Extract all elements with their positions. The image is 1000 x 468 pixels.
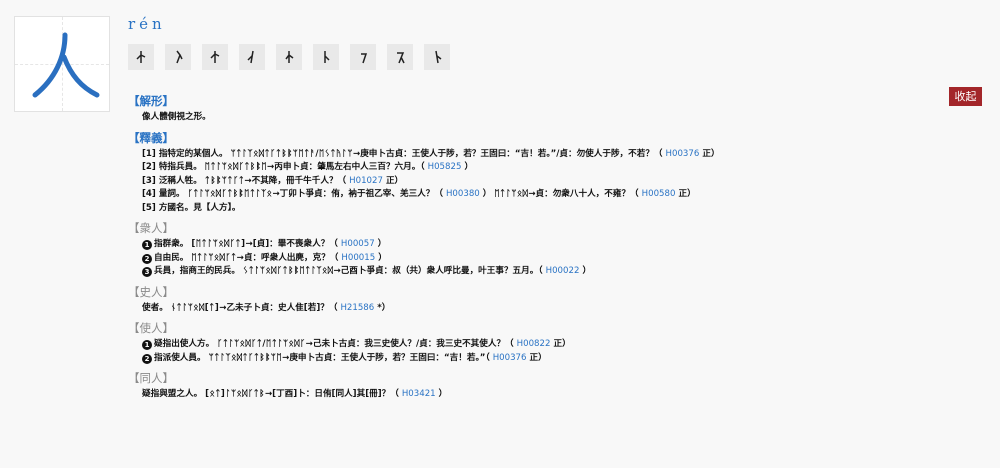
oracle-form-tile[interactable] xyxy=(350,44,376,70)
citation-link[interactable]: H00015 xyxy=(341,253,375,263)
character-display xyxy=(14,16,110,112)
oracle-form-icon xyxy=(324,51,330,63)
oracle-form-icon xyxy=(176,50,183,64)
citation-link[interactable]: H00376 xyxy=(493,353,527,363)
definition-line: 1 疑指出使人方。 ᚴᛏᛚᛘᛟᛞᚴᛏ/ᛖᛏᛚᛘᛟᛞᚴ→己未卜古貞：我三史使人？/貞… xyxy=(128,338,958,352)
oracle-form-icon xyxy=(397,52,405,64)
definition-line: [5] 方國名。見【人方】。 xyxy=(142,202,241,213)
definition-line: [4] 量詞。 ᚴᛏᛚᛘᛟᛞᚴᛏᛒᛔᛖᛏᛚᛉᛟ→丁卯卜爭貞：侑，衲于祖乙宰、羌三… xyxy=(142,189,696,199)
definition-line: [3] 泛稱人牲。 ᛏᛒᛔᛘᛏᚴᛏ→不其降，冊千牛千人？（ H01027 正） xyxy=(142,175,404,186)
citation-link[interactable]: H21586 xyxy=(340,303,374,313)
section-title-shiren2: 【使人】 xyxy=(128,321,174,335)
citation-link[interactable]: H00580 xyxy=(642,189,676,199)
citation-link[interactable]: H00022 xyxy=(546,266,580,276)
definition-line: 2 自由民。 ᛖᛏᛚᛘᛟᛞᚴᛏ→貞：呼衆人出麂，克？（ H00015 ） xyxy=(128,252,958,266)
oracle-form-icon xyxy=(136,51,146,63)
pinyin: rén xyxy=(128,15,166,33)
citation-link[interactable]: H00376 xyxy=(666,149,700,159)
number-bullet: 3 xyxy=(142,267,152,277)
oracle-form-tile[interactable] xyxy=(239,44,265,70)
section-title-zhongren: 【衆人】 xyxy=(128,221,174,235)
citation-link[interactable]: H00057 xyxy=(341,239,375,249)
citation-link[interactable]: H03421 xyxy=(402,389,436,399)
number-bullet: 2 xyxy=(142,253,152,264)
oracle-form-icon xyxy=(361,53,368,64)
citation-link[interactable]: H00380 xyxy=(446,189,480,199)
oracle-form-list xyxy=(128,44,461,70)
oracle-form-tile[interactable] xyxy=(313,44,339,70)
section-title-jiexing: 【解形】 xyxy=(128,94,174,108)
definition-line: 2 指派使人員。 ᛘᛏᛚᛉᛟᛞᛏᚴᛏᛒᛔᛘᛖ→庚申卜古貞：王使人于陟，若？王固曰：… xyxy=(128,352,958,366)
citation-link[interactable]: H01027 xyxy=(349,176,383,186)
section-title-shiyi: 【釋義】 xyxy=(128,130,174,145)
oracle-form-icon xyxy=(247,50,254,64)
oracle-form-tile[interactable] xyxy=(165,44,191,70)
section-title-tongren: 【同人】 xyxy=(128,371,174,385)
oracle-form-tile[interactable] xyxy=(424,44,450,70)
definition-line: [2] 特指兵員。 ᛖᛏᛚᛘᛟᛞᚴᛏᛒᛔᛖ→丙申卜貞：肇馬左右中人三百？六月。（… xyxy=(142,162,474,172)
oracle-form-icon xyxy=(210,51,220,63)
citation-link[interactable]: H05825 xyxy=(428,162,462,172)
oracle-form-tile[interactable] xyxy=(128,44,154,70)
definition-line: [1] 指特定的某個人。 ᛘᛏᛚᛉᛟᛞᛏᚴᛏᛒᛔᛘᛖᛏᚨ/ᛖᛊᛏᚤᛚᛘ→庚申卜古… xyxy=(142,148,720,159)
oracle-form-icon xyxy=(285,51,294,63)
section-title-shiren: 【史人】 xyxy=(128,284,174,299)
jiexing-text: 像人體側視之形。 xyxy=(142,112,211,122)
oracle-form-tile[interactable] xyxy=(387,44,413,70)
oracle-form-tile[interactable] xyxy=(276,44,302,70)
definition-line: 1 指群衆。 [ᛖᛏᛚᛘᛟᛞᚴᛏ]→[貞]：畢不喪衆人？（ H00057 ） xyxy=(128,238,958,252)
definition-line: 3 兵員，指商王的民兵。 ᛊᛏᛚᛘᛟᛞᚴᛏᛒᛔᛖᛏᛚᛉᛟᛞ→己酉卜爭貞：叔（共）衆… xyxy=(128,265,958,279)
entry-content: 【解形】 像人體側視之形。 【釋義】 [1] 指特定的某個人。 ᛘᛏᛚᛉᛟᛞᛏᚴ… xyxy=(128,92,958,402)
oracle-form-icon xyxy=(435,50,442,64)
definition-line: 疑指與盟之人。 [ᛟᛏ]ᛚᛘᛟᛞᚴᛏᛒ→[丁酉]卜：日侑[同人]其[冊]？（ H… xyxy=(142,389,448,399)
number-bullet: 1 xyxy=(142,340,152,350)
number-bullet: 2 xyxy=(142,353,152,364)
definition-line: 使者。 ᚾᛏᛚᛘᛟᛞ[ᛏ]→乙未子卜貞：史人隹[若]？（ H21586 *） xyxy=(142,302,391,313)
citation-link[interactable]: H00822 xyxy=(517,339,551,349)
oracle-form-tile[interactable] xyxy=(202,44,228,70)
ren-character-glyph xyxy=(32,32,100,98)
number-bullet: 1 xyxy=(142,240,152,250)
